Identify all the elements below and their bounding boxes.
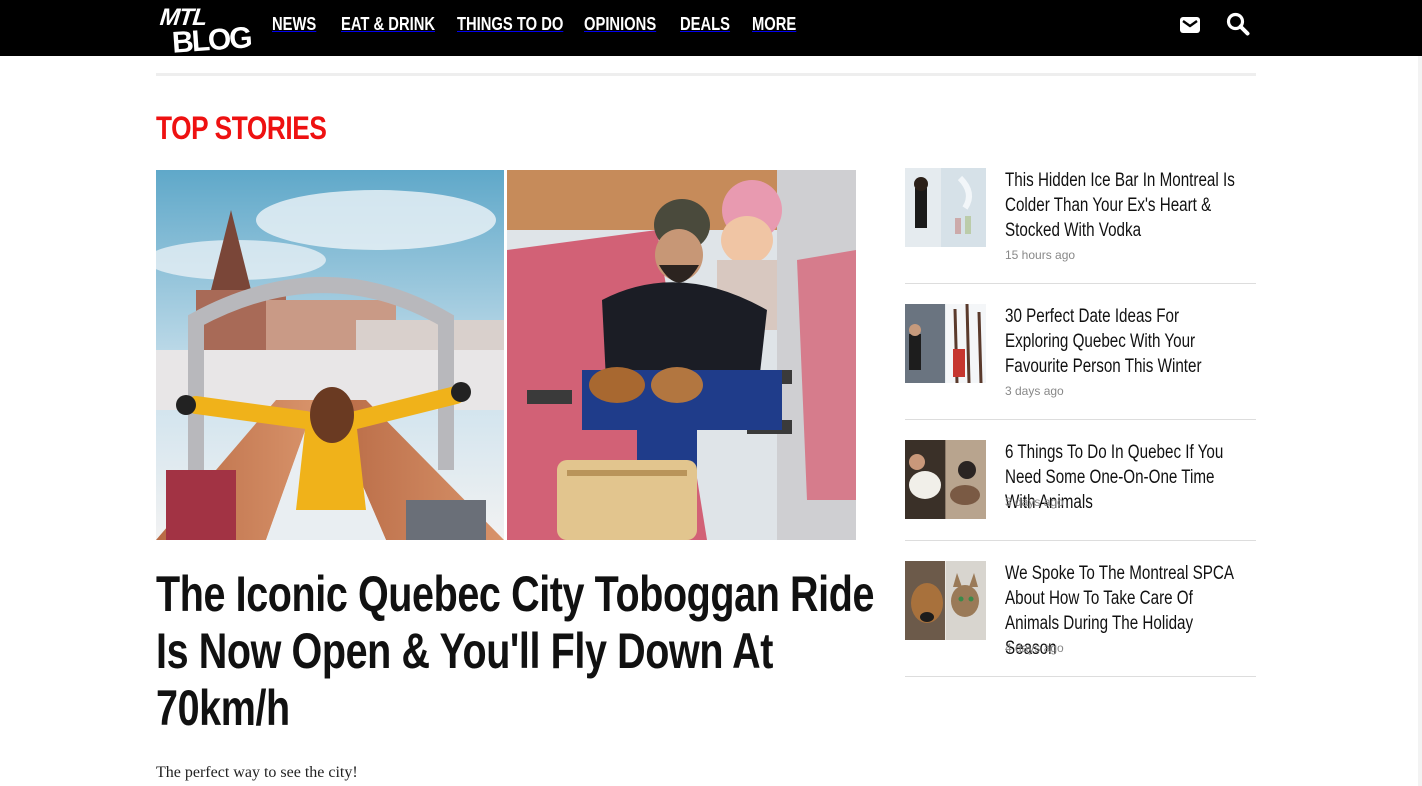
story-timestamp: 3 days ago [1005, 384, 1064, 398]
sidebar-story[interactable]: This Hidden Ice Bar In Montreal Is Colde… [905, 168, 1256, 284]
page-scrollbar[interactable] [1418, 56, 1422, 786]
hero-photo-toboggan [156, 170, 504, 540]
story-timestamp: 15 hours ago [1005, 248, 1076, 262]
featured-headline[interactable]: The Iconic Quebec City Toboggan Ride Is … [156, 566, 876, 737]
featured-subline: The perfect way to see the city! [156, 764, 358, 781]
story-timestamp: 4 days ago [1005, 641, 1064, 655]
story-thumbnail [905, 168, 986, 247]
section-title-top-stories: TOP STORIES [156, 110, 327, 146]
sidebar-story[interactable]: 30 Perfect Date Ideas For Exploring Queb… [905, 304, 1256, 420]
envelope-icon[interactable] [1179, 14, 1201, 36]
nav-more[interactable]: MORE [752, 14, 806, 38]
nav-eat-drink[interactable]: EAT & DRINK [341, 14, 456, 38]
story-thumbnail [905, 304, 986, 383]
nav-deals[interactable]: DEALS [680, 14, 741, 38]
nav-things-to-do[interactable]: THINGS TO DO [457, 14, 587, 38]
mtl-blog-logo[interactable]: MTL BLOG [158, 4, 252, 62]
nav-opinions[interactable]: OPINIONS [584, 14, 672, 38]
story-title[interactable]: This Hidden Ice Bar In Montreal Is Colde… [1005, 168, 1245, 243]
sidebar-story[interactable]: We Spoke To The Montreal SPCA About How … [905, 561, 1256, 677]
nav-news[interactable]: NEWS [272, 14, 326, 38]
top-navigation-bar: MTL BLOG NEWS EAT & DRINK THINGS TO DO O… [0, 0, 1422, 60]
story-thumbnail [905, 561, 986, 640]
featured-story-image[interactable] [156, 170, 856, 540]
story-title[interactable]: 30 Perfect Date Ideas For Exploring Queb… [1005, 304, 1245, 379]
header-divider [156, 73, 1256, 76]
story-thumbnail [905, 440, 986, 519]
sidebar-story[interactable]: 6 Things To Do In Quebec If You Need Som… [905, 440, 1256, 541]
story-timestamp: 3 days ago [1005, 495, 1064, 509]
hero-photo-couple [507, 170, 856, 540]
search-icon[interactable] [1226, 12, 1250, 36]
logo-text-bottom: BLOG [170, 21, 252, 60]
